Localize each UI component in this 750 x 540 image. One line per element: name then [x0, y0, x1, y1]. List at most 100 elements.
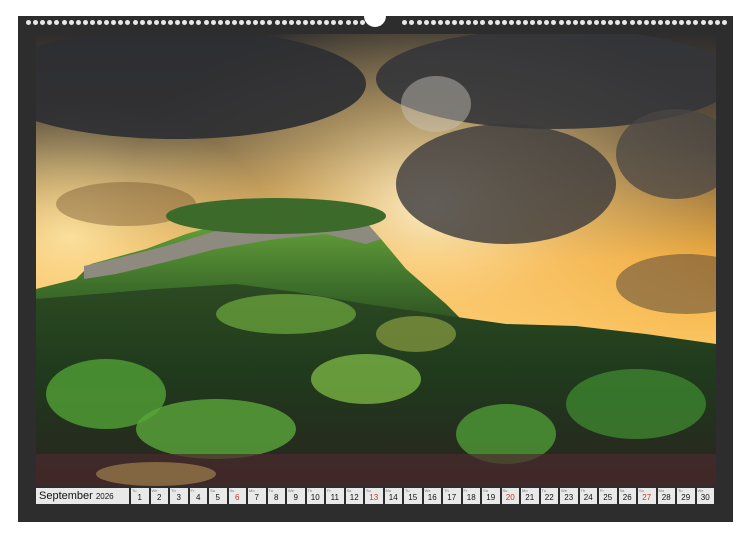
- binding-ring: [168, 20, 173, 25]
- day-number: 16: [427, 493, 437, 502]
- binding-ring: [594, 20, 599, 25]
- binding-ring: [572, 20, 578, 25]
- binding-ring: [324, 20, 330, 25]
- binding-ring: [586, 20, 592, 25]
- day-number: 1: [137, 493, 142, 502]
- binding-ring: [636, 20, 642, 25]
- day-number: 28: [661, 493, 671, 502]
- binding-ring: [615, 20, 621, 25]
- binding-ring: [416, 20, 422, 25]
- binding-ring: [97, 20, 102, 25]
- day-cell: We 30: [696, 488, 714, 504]
- binding-ring: [231, 20, 237, 25]
- day-number: 9: [293, 493, 298, 502]
- day-number: 21: [525, 493, 535, 502]
- binding-ring: [565, 20, 571, 25]
- binding-ring: [679, 20, 685, 25]
- binding-ring: [608, 20, 614, 25]
- binding-ring: [352, 20, 358, 25]
- day-cell: Tu 15: [404, 488, 422, 504]
- binding-ring: [665, 20, 670, 25]
- binding-ring: [501, 20, 507, 25]
- day-cell: Th 17: [443, 488, 461, 504]
- day-number: 27: [642, 493, 652, 502]
- day-number: 11: [330, 493, 339, 502]
- day-cell: Mo 14: [384, 488, 402, 504]
- binding-ring: [310, 20, 315, 25]
- day-number: 7: [254, 493, 259, 502]
- binding-ring: [430, 20, 436, 25]
- binding-ring: [494, 20, 500, 25]
- binding-ring: [409, 20, 415, 25]
- binding-ring: [239, 20, 244, 25]
- binding-ring: [551, 20, 557, 25]
- wall-calendar: September 2026 Tu 1 We 2 Th 3 Fr 4 Sa 5 Su 6 Mo 7 Tu 8 W…: [18, 10, 733, 522]
- binding-ring: [40, 20, 46, 25]
- binding-ring: [317, 20, 323, 25]
- binding-ring: [721, 20, 727, 25]
- day-cell: Sa 5: [209, 488, 227, 504]
- binding-ring: [210, 20, 216, 25]
- binding-ring: [487, 20, 493, 25]
- binding-ring: [54, 20, 60, 25]
- day-cell: Su 20: [501, 488, 519, 504]
- month-name: September: [39, 490, 93, 502]
- binding-ring: [629, 20, 635, 25]
- binding-ring: [203, 20, 209, 25]
- binding-ring: [89, 20, 95, 25]
- day-number: 20: [505, 493, 515, 502]
- binding-ring: [650, 20, 656, 25]
- binding-ring: [345, 20, 351, 25]
- binding-ring: [118, 20, 124, 25]
- day-number: 23: [564, 493, 574, 502]
- day-number: 3: [176, 493, 181, 502]
- day-cell: Su 6: [228, 488, 246, 504]
- day-number: 14: [388, 493, 398, 502]
- day-cell: Su 13: [365, 488, 383, 504]
- binding-ring: [359, 20, 365, 25]
- day-cell: Fr 18: [462, 488, 480, 504]
- binding-ring: [246, 20, 252, 25]
- binding-ring: [423, 20, 429, 25]
- day-number: 13: [369, 493, 379, 502]
- binding-ring: [274, 20, 280, 25]
- day-number: 6: [235, 493, 240, 502]
- binding-ring: [153, 20, 159, 25]
- day-cell: Mo 21: [521, 488, 539, 504]
- day-number: 22: [544, 493, 554, 502]
- landscape-image: [36, 34, 716, 486]
- binding-ring: [75, 20, 81, 25]
- binding-ring: [537, 20, 543, 25]
- binding-ring: [288, 20, 294, 25]
- binding-ring: [515, 20, 521, 25]
- day-cell: Mo 7: [248, 488, 266, 504]
- day-cell: Th 10: [306, 488, 324, 504]
- binding-ring: [459, 20, 465, 25]
- day-cell: Su 27: [638, 488, 656, 504]
- day-number: 30: [700, 493, 710, 502]
- binding-ring: [444, 20, 450, 25]
- binding-ring: [82, 20, 88, 25]
- binding-ring: [267, 20, 273, 25]
- day-cell: We 2: [150, 488, 168, 504]
- day-cell: Th 3: [170, 488, 188, 504]
- day-cell: Fr 11: [326, 488, 344, 504]
- binding-ring: [26, 20, 31, 25]
- day-number: 18: [466, 493, 476, 502]
- day-number: 26: [622, 493, 632, 502]
- year-label: 2026: [95, 491, 114, 501]
- day-cell: Tu 1: [131, 488, 149, 504]
- binding-ring: [111, 20, 117, 25]
- day-number: 12: [349, 493, 359, 502]
- day-cell: Tu 8: [267, 488, 285, 504]
- binding-ring: [104, 20, 110, 25]
- binding-ring: [295, 20, 301, 25]
- binding-ring: [643, 20, 649, 25]
- day-cell: We 16: [423, 488, 441, 504]
- binding-ring: [331, 20, 337, 25]
- binding-ring: [508, 20, 514, 25]
- binding-ring: [281, 20, 287, 25]
- binding-ring: [544, 20, 550, 25]
- day-cell: Mo 28: [657, 488, 675, 504]
- day-cell: Fr 4: [189, 488, 207, 504]
